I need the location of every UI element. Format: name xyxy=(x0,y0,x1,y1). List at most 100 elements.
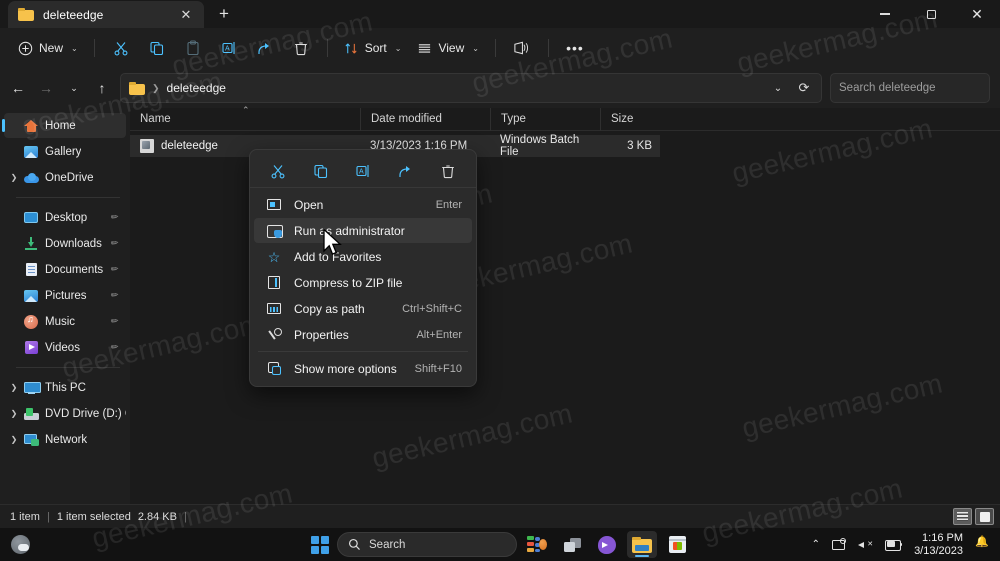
share-button[interactable] xyxy=(247,33,283,63)
start-button[interactable] xyxy=(308,533,332,557)
column-header-size[interactable]: Size xyxy=(600,107,660,131)
rename-button[interactable]: A xyxy=(349,158,377,184)
navigation-pane: Home Gallery ❯ OneDrive Desktop ✐ Downlo… xyxy=(0,108,130,504)
breadcrumb-path[interactable]: deleteedge xyxy=(167,81,226,95)
sidebar-item-downloads[interactable]: Downloads ✐ xyxy=(4,231,126,256)
up-button[interactable]: ↑ xyxy=(88,74,116,102)
context-menu-item-copy-as-path[interactable]: Copy as path Ctrl+Shift+C xyxy=(254,296,472,321)
file-explorer-button[interactable] xyxy=(627,531,657,558)
chevron-right-icon[interactable]: ❯ xyxy=(6,383,22,392)
path-icon xyxy=(264,303,284,314)
sidebar-item-dvd-drive[interactable]: ❯ DVD Drive (D:) CCC xyxy=(4,401,126,426)
screen: deleteedge ✕ + ✕ New ⌄ A Sort ⌄ View ⌄ •… xyxy=(0,0,1000,561)
battery-button[interactable] xyxy=(879,531,908,558)
sidebar-item-label: Desktop xyxy=(45,211,88,224)
context-menu-item-add-to-favorites[interactable]: ☆ Add to Favorites xyxy=(254,244,472,269)
sort-button[interactable]: Sort ⌄ xyxy=(336,33,410,63)
delete-button[interactable] xyxy=(283,33,319,63)
toolbar-divider-2 xyxy=(326,39,328,57)
context-menu-item-properties[interactable]: Properties Alt+Enter xyxy=(254,322,472,347)
delete-icon xyxy=(442,164,454,178)
tab-deleteedge[interactable]: deleteedge ✕ xyxy=(8,1,204,28)
volume-muted-icon xyxy=(858,539,873,551)
chevron-right-icon[interactable]: ❯ xyxy=(6,173,22,182)
copy-button[interactable] xyxy=(139,33,175,63)
share-button[interactable] xyxy=(392,158,420,184)
svg-text:A: A xyxy=(359,168,364,175)
details-view-button[interactable] xyxy=(953,508,972,525)
cut-icon xyxy=(271,164,285,178)
close-tab-icon[interactable]: ✕ xyxy=(174,5,198,25)
breadcrumb-bar[interactable]: ❯ deleteedge ⌄ ⟳ xyxy=(120,73,822,103)
forward-button[interactable]: → xyxy=(32,74,60,102)
back-button[interactable]: ← xyxy=(4,74,32,102)
sidebar-item-network[interactable]: ❯ Network xyxy=(4,427,126,452)
recent-locations-button[interactable]: ⌄ xyxy=(60,74,88,102)
column-header-name[interactable]: Name ⌃ xyxy=(130,105,360,131)
context-menu-item-show-more-options[interactable]: Show more options Shift+F10 xyxy=(254,356,472,381)
delete-icon xyxy=(294,42,307,56)
context-menu-item-open[interactable]: Open Enter xyxy=(254,192,472,217)
minimize-button[interactable] xyxy=(862,0,908,28)
large-icons-view-button[interactable] xyxy=(975,508,994,525)
chat-icon xyxy=(598,535,616,554)
rename-button[interactable]: A xyxy=(211,33,247,63)
widgets-button[interactable] xyxy=(522,531,552,558)
show-hidden-icons-button[interactable]: ⌃ xyxy=(806,531,826,558)
cut-button[interactable] xyxy=(103,33,139,63)
taskbar-search-box[interactable]: Search xyxy=(337,532,517,557)
notifications-button[interactable] xyxy=(969,531,994,558)
view-button-label: View xyxy=(438,41,465,55)
sidebar-item-videos[interactable]: Videos ✐ xyxy=(4,335,126,360)
context-menu-item-run-as-administrator[interactable]: Run as administrator xyxy=(254,218,472,243)
videos-icon xyxy=(22,340,40,356)
sidebar-item-label: DVD Drive (D:) CCC xyxy=(45,407,126,420)
chevron-right-icon[interactable]: ❯ xyxy=(6,409,22,418)
close-window-button[interactable]: ✕ xyxy=(954,0,1000,28)
weather-widget-button[interactable] xyxy=(0,535,40,554)
paste-button[interactable] xyxy=(175,33,211,63)
sidebar-item-documents[interactable]: Documents ✐ xyxy=(4,257,126,282)
sidebar-item-pictures[interactable]: Pictures ✐ xyxy=(4,283,126,308)
tab-title: deleteedge xyxy=(43,7,104,22)
network-button[interactable] xyxy=(826,531,852,558)
pictures-icon xyxy=(22,288,40,304)
more-options-button[interactable]: ••• xyxy=(557,33,593,63)
view-button[interactable]: View ⌄ xyxy=(409,33,487,63)
column-header-type[interactable]: Type xyxy=(490,107,600,131)
delete-button[interactable] xyxy=(434,158,462,184)
pin-icon: ✐ xyxy=(108,262,121,276)
cut-button[interactable] xyxy=(264,158,292,184)
volume-button[interactable] xyxy=(852,531,879,558)
address-dropdown-icon[interactable]: ⌄ xyxy=(765,75,791,101)
sidebar-item-music[interactable]: Music ✐ xyxy=(4,309,126,334)
filter-button[interactable] xyxy=(504,33,540,63)
new-tab-button[interactable]: + xyxy=(210,2,238,26)
copy-button[interactable] xyxy=(307,158,335,184)
file-name: deleteedge xyxy=(161,140,218,152)
search-input[interactable] xyxy=(839,82,993,94)
context-menu-item-compress-to-zip[interactable]: Compress to ZIP file xyxy=(254,270,472,295)
sidebar-item-label: Gallery xyxy=(45,145,82,158)
sidebar-item-gallery[interactable]: Gallery xyxy=(4,139,126,164)
search-box[interactable] xyxy=(830,73,993,103)
chat-button[interactable] xyxy=(592,531,622,558)
maximize-button[interactable] xyxy=(908,0,954,28)
sidebar-item-this-pc[interactable]: ❯ This PC xyxy=(4,375,126,400)
sidebar-item-desktop[interactable]: Desktop ✐ xyxy=(4,205,126,230)
column-header-date-modified[interactable]: Date modified xyxy=(360,107,490,131)
sidebar-item-home[interactable]: Home xyxy=(2,113,126,138)
chevron-down-icon: ⌄ xyxy=(472,43,479,53)
sidebar-item-onedrive[interactable]: ❯ OneDrive xyxy=(4,165,126,190)
task-view-button[interactable] xyxy=(557,531,587,558)
new-button[interactable]: New ⌄ xyxy=(10,33,86,63)
start-icon-quadrant xyxy=(321,535,329,544)
new-button-label: New xyxy=(39,41,64,55)
chevron-right-icon[interactable]: ❯ xyxy=(6,435,22,444)
refresh-icon[interactable]: ⟳ xyxy=(791,75,817,101)
microsoft-store-button[interactable] xyxy=(662,531,692,558)
dvd-drive-icon xyxy=(22,406,40,422)
plus-circle-icon xyxy=(18,41,33,55)
shield-icon xyxy=(264,224,284,238)
clock[interactable]: 1:16 PM 3/13/2023 xyxy=(908,532,969,558)
